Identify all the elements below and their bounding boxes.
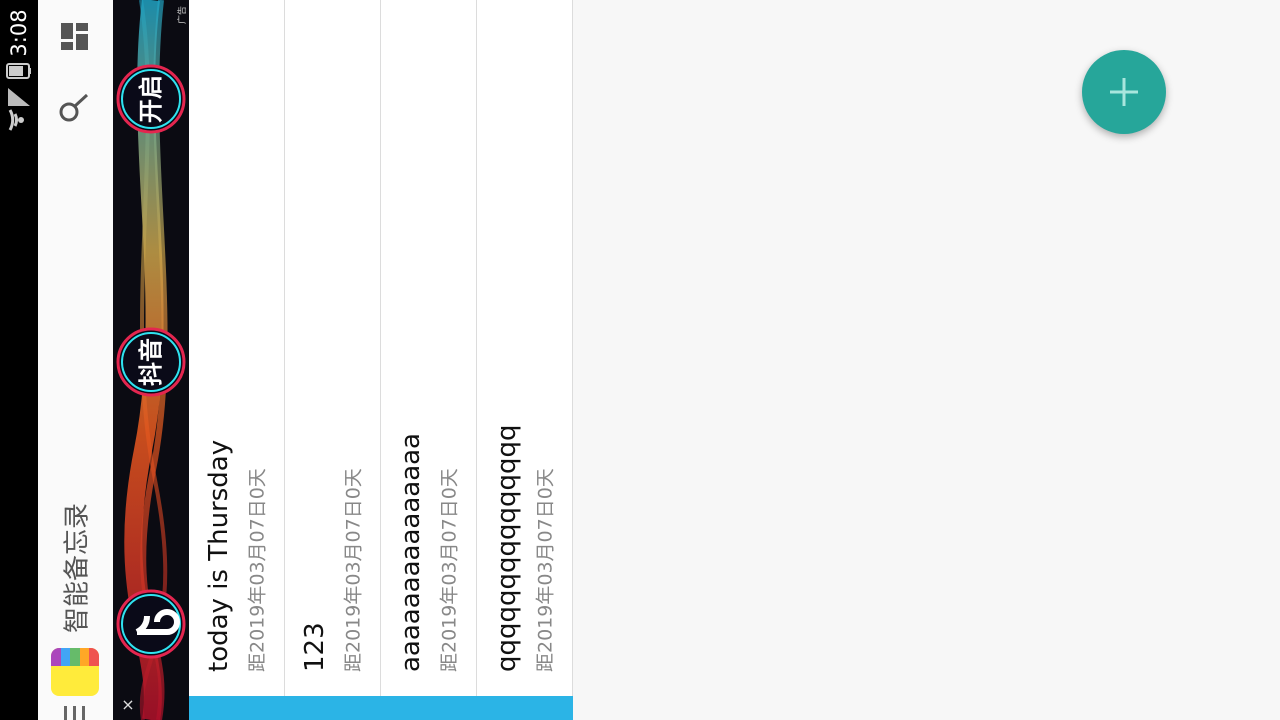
note-card[interactable]: 123 距2019年03月07日0天 [285,0,381,696]
status-bar: 3:08 [0,0,38,720]
ad-word: 开启 [137,75,165,123]
note-countdown: 距2019年03月07日0天 [342,468,365,672]
note-title: aaaaaaaaaaaaaaa [396,433,426,672]
app-title: 智能备忘录 [62,502,93,634]
app-bar: 智能备忘录 [38,0,113,720]
note-card[interactable]: aaaaaaaaaaaaaaa 距2019年03月07日0天 [381,0,477,696]
note-title: qqqqqqqqqqqqqqq [492,424,522,672]
ad-banner[interactable]: 开启 抖音 广告 × [113,0,189,720]
logo-stripe [70,648,80,666]
note-countdown: 距2019年03月07日0天 [246,468,269,672]
menu-icon[interactable] [64,704,88,720]
ad-word: 抖音 [137,338,165,386]
wifi-icon [8,109,24,131]
add-note-button[interactable] [1082,50,1166,134]
ad-artwork: 开启 抖音 广告 [116,0,188,720]
logo-stripe [60,648,71,666]
logo-stripe [51,648,61,666]
note-card[interactable]: today is Thursday 距2019年03月07日0天 [189,0,285,696]
signal-icon [8,88,30,106]
note-card[interactable]: qqqqqqqqqqqqqqq 距2019年03月07日0天 [477,0,573,696]
search-icon[interactable] [58,92,92,126]
ad-close-button[interactable]: × [113,695,143,714]
dashboard-icon[interactable] [58,20,92,54]
plus-icon [1110,78,1138,106]
note-title: 123 [300,622,330,672]
logo-stripe [79,648,90,666]
notes-list: today is Thursday 距2019年03月07日0天 123 距20… [189,0,573,696]
battery-icon [6,63,31,79]
note-title: today is Thursday [204,439,234,672]
note-countdown: 距2019年03月07日0天 [534,468,557,672]
logo-stripe [89,648,99,666]
status-time: 3:08 [7,9,31,57]
app-logo [51,648,99,696]
ad-tag: 广告 [176,6,188,24]
list-bottom-strip [189,696,573,720]
note-countdown: 距2019年03月07日0天 [438,468,461,672]
